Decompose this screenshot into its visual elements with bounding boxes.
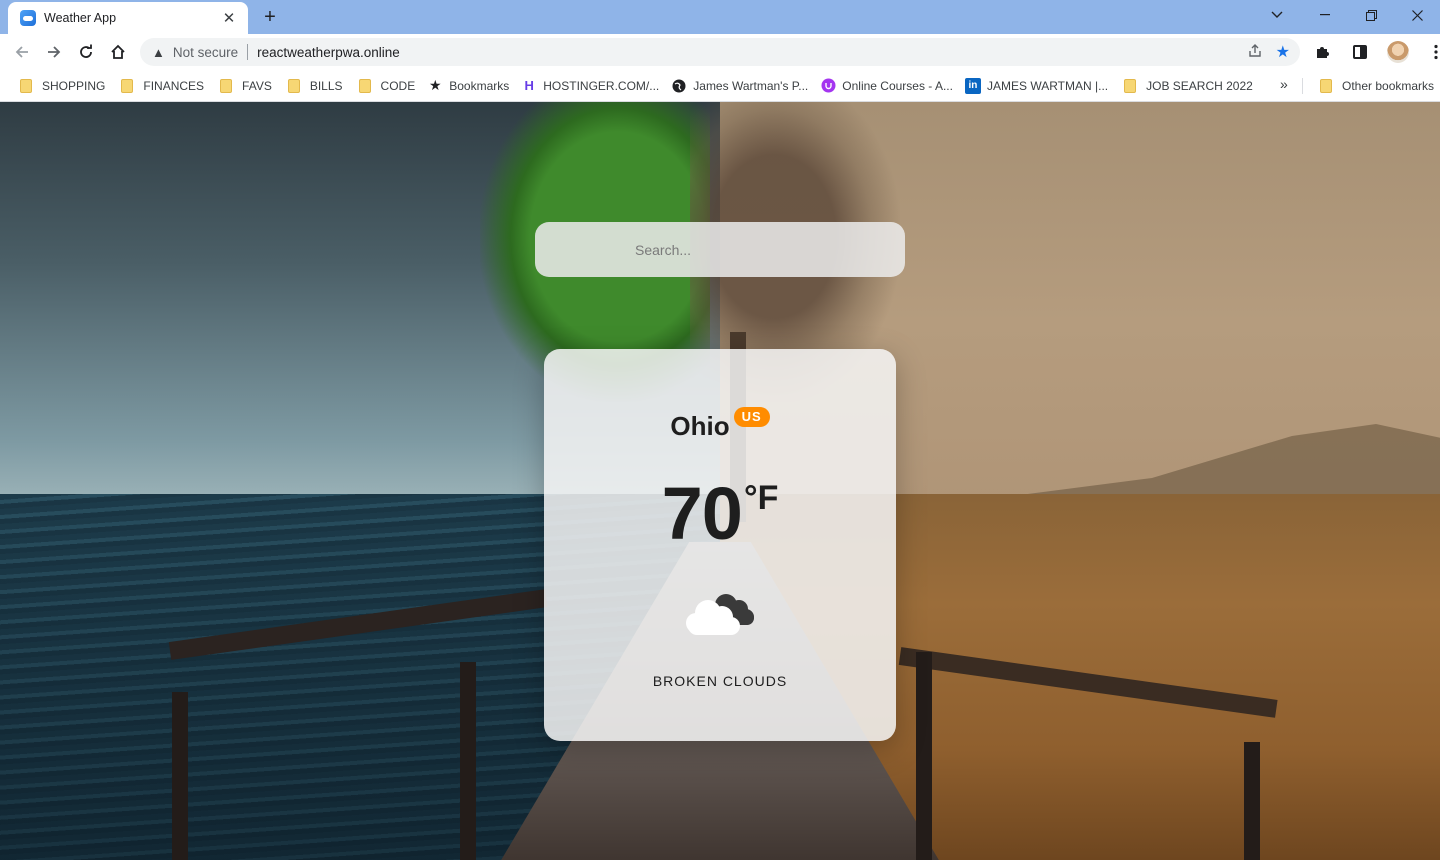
- bookmark-star-icon[interactable]: ★: [1276, 42, 1290, 62]
- star-icon: ★: [428, 77, 442, 93]
- back-arrow-icon[interactable]: [6, 36, 38, 68]
- bookmark-hostinger[interactable]: H HOSTINGER.COM/...: [515, 73, 665, 99]
- omnibox-actions: ★: [1248, 42, 1290, 62]
- weather-favicon-icon: [20, 10, 36, 26]
- folder-icon: [121, 78, 134, 93]
- folder-icon: [287, 78, 300, 93]
- tab-search-icon[interactable]: [1254, 0, 1300, 30]
- city-name: Ohio: [670, 411, 730, 441]
- rail-post: [172, 692, 188, 860]
- url-text[interactable]: reactweatherpwa.online: [257, 45, 400, 60]
- restore-icon[interactable]: [1348, 0, 1394, 30]
- weather-card: Ohio US 70 °F BROKEN CLOUDS: [544, 349, 896, 741]
- udemy-icon: [820, 78, 836, 94]
- omnibox-divider: [247, 44, 249, 60]
- bookmark-label: BILLS: [309, 78, 343, 93]
- country-badge: US: [733, 407, 770, 427]
- bookmark-portfolio[interactable]: James Wartman's P...: [665, 73, 814, 99]
- browser-tab[interactable]: Weather App ✕: [8, 2, 248, 34]
- avatar: [1387, 41, 1409, 63]
- temperature-row: 70 °F: [544, 477, 896, 551]
- profile-button[interactable]: [1382, 36, 1414, 68]
- bookmark-label: JOB SEARCH 2022: [1146, 78, 1253, 93]
- bookmark-bills[interactable]: BILLS: [278, 73, 349, 99]
- side-panel-icon: [1353, 45, 1367, 59]
- folder-icon: [1320, 79, 1332, 93]
- bookmark-label: HOSTINGER.COM/...: [543, 78, 660, 93]
- rail-post: [460, 662, 476, 860]
- page-viewport: Ohio US 70 °F BROKEN CLOUDS: [0, 102, 1440, 860]
- broken-clouds-icon: [686, 594, 754, 635]
- rail-post: [1244, 742, 1260, 860]
- bookmark-label: JAMES WARTMAN |...: [986, 78, 1109, 93]
- share-icon[interactable]: [1248, 43, 1262, 61]
- not-secure-label[interactable]: Not secure: [173, 45, 238, 60]
- bookmark-job-search[interactable]: JOB SEARCH 2022: [1114, 73, 1259, 99]
- browser-toolbar: ▲ Not secure reactweatherpwa.online ★: [0, 34, 1440, 70]
- bookmarks-divider: [1302, 78, 1303, 94]
- close-window-icon[interactable]: [1394, 0, 1440, 30]
- other-bookmarks-label: Other bookmarks: [1342, 79, 1435, 93]
- more-bookmarks-icon[interactable]: »: [1280, 76, 1288, 92]
- minimize-icon[interactable]: [1302, 0, 1348, 30]
- bookmark-linkedin[interactable]: in JAMES WARTMAN |...: [959, 73, 1114, 99]
- search-input[interactable]: [535, 222, 905, 277]
- warning-icon: ▲: [152, 44, 165, 60]
- bookmark-label: James Wartman's P...: [693, 78, 809, 93]
- temperature-value: 70: [661, 472, 743, 555]
- bookmark-label: Online Courses - A...: [842, 78, 953, 93]
- bookmark-udemy[interactable]: Online Courses - A...: [814, 73, 959, 99]
- reload-icon[interactable]: [70, 36, 102, 68]
- bookmark-label: FINANCES: [143, 78, 205, 93]
- tab-close-icon[interactable]: ✕: [220, 9, 238, 27]
- forward-arrow-icon[interactable]: [38, 36, 70, 68]
- side-panel-button[interactable]: [1344, 36, 1376, 68]
- tab-strip: Weather App ✕ +: [0, 0, 1440, 34]
- linkedin-icon: in: [964, 77, 981, 94]
- bookmark-finances[interactable]: FINANCES: [111, 73, 210, 99]
- folder-icon: [358, 78, 371, 93]
- folder-icon: [220, 78, 233, 93]
- folder-icon: [20, 78, 32, 93]
- bookmark-code[interactable]: CODE: [349, 73, 422, 99]
- home-icon[interactable]: [102, 36, 134, 68]
- rail-post: [916, 652, 932, 860]
- bookmark-label: FAVS: [242, 78, 272, 93]
- tab-title: Weather App: [44, 11, 117, 25]
- location-row: Ohio US: [544, 407, 896, 442]
- folder-icon: [1124, 78, 1137, 93]
- bookmark-label: Bookmarks: [449, 78, 510, 93]
- bookmarks-bar: SHOPPING FINANCES FAVS BILLS CODE ★ Bookm…: [0, 70, 1440, 102]
- address-bar[interactable]: ▲ Not secure reactweatherpwa.online ★: [140, 38, 1300, 66]
- temperature-unit: °F: [743, 479, 779, 517]
- bookmark-label: CODE: [380, 78, 416, 93]
- toolbar-right: [1306, 36, 1440, 68]
- weather-description: BROKEN CLOUDS: [652, 673, 788, 689]
- new-tab-button[interactable]: +: [258, 6, 282, 28]
- bookmark-favs[interactable]: FAVS: [210, 73, 278, 99]
- other-bookmarks[interactable]: Other bookmarks: [1310, 73, 1440, 99]
- kebab-menu-icon[interactable]: [1420, 36, 1440, 68]
- globe-icon: [671, 78, 687, 94]
- bookmark-bookmarks[interactable]: ★ Bookmarks: [421, 73, 515, 99]
- bookmark-label: SHOPPING: [42, 78, 106, 93]
- bookmark-shopping[interactable]: SHOPPING: [10, 73, 111, 99]
- hostinger-icon: H: [524, 78, 534, 93]
- extensions-puzzle-icon[interactable]: [1306, 36, 1338, 68]
